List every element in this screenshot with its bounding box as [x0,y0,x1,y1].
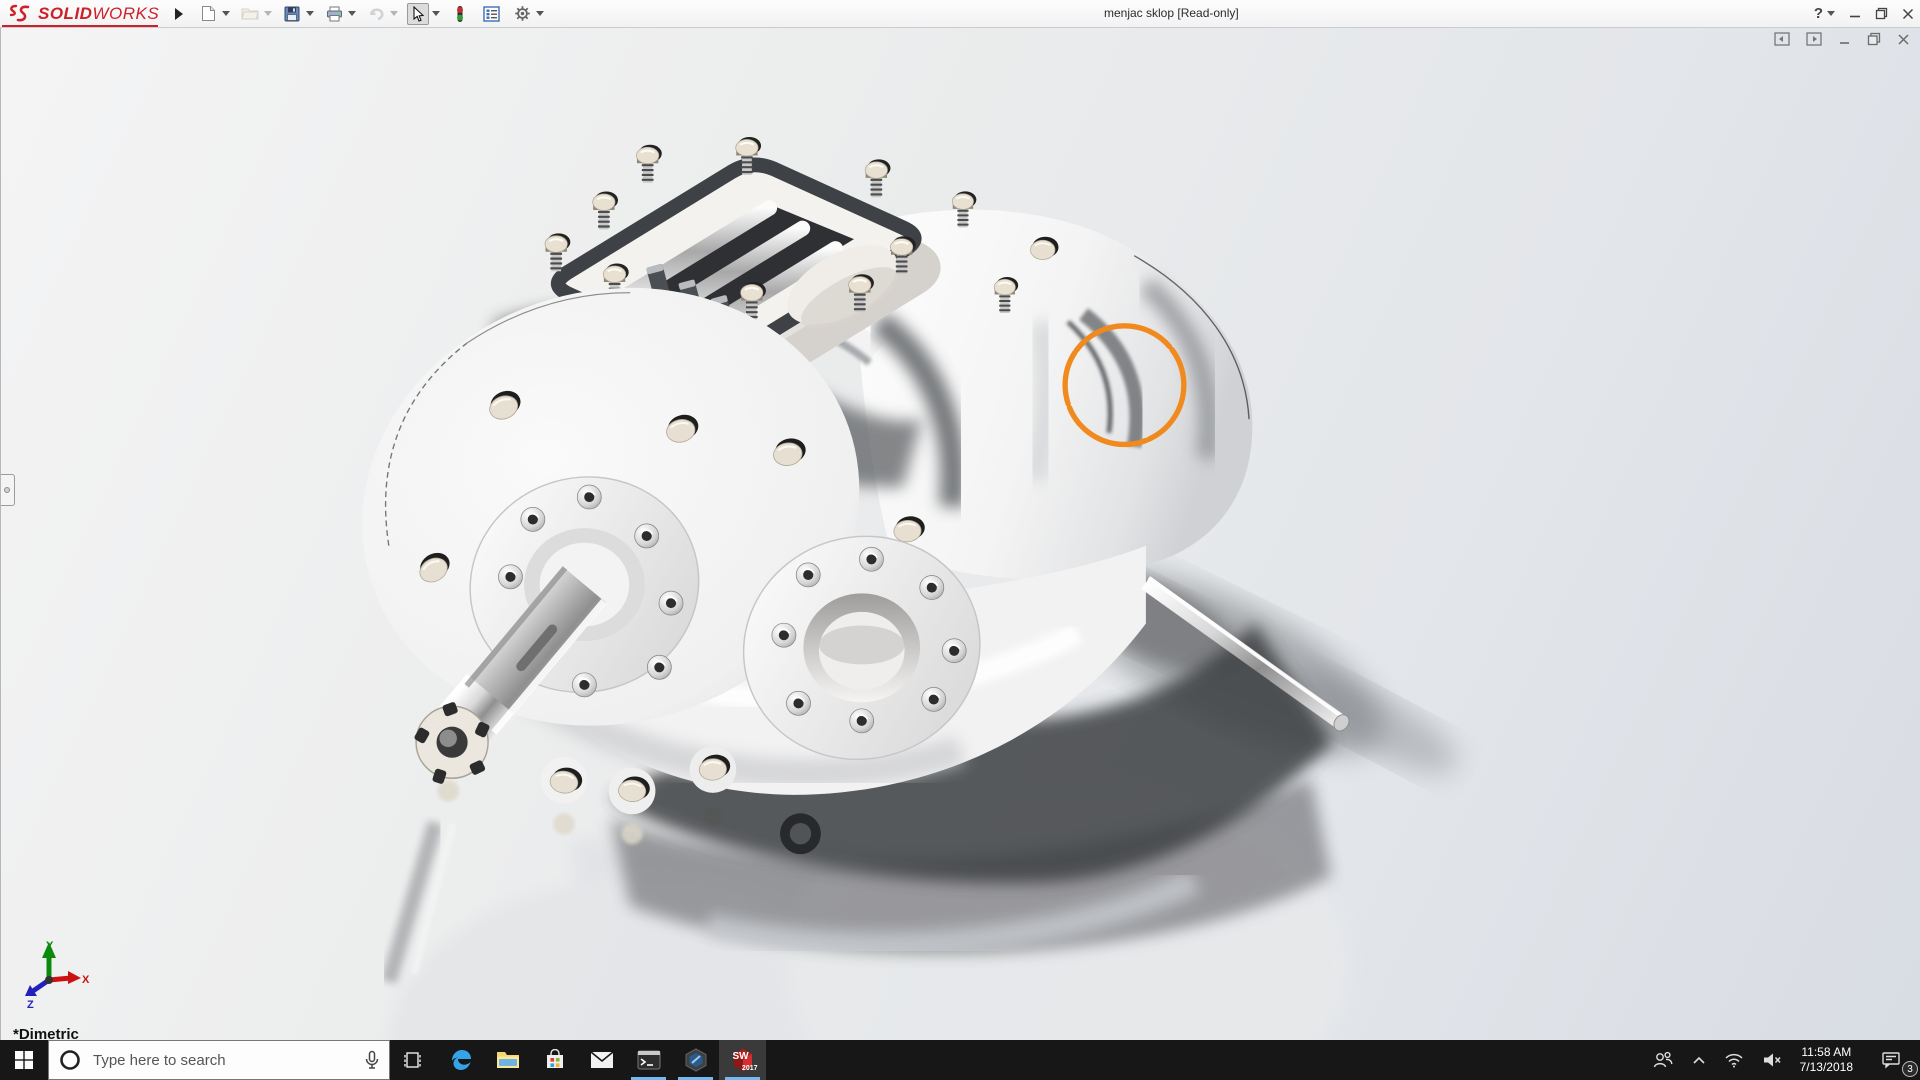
minimize-button[interactable] [1849,8,1861,20]
new-document-icon[interactable] [197,3,219,25]
help-button[interactable]: ? [1814,5,1835,22]
pane-right-toggle[interactable] [1806,32,1822,46]
system-tray: 11:58 AM 7/13/2018 3 [1643,1040,1920,1080]
traffic-light-icon[interactable] [449,3,471,25]
action-center-button[interactable]: 3 [1862,1040,1920,1080]
restore-button[interactable] [1875,7,1888,20]
start-button[interactable] [0,1040,48,1080]
display-pane-icon[interactable] [480,3,502,25]
undo-icon [365,3,387,25]
save-icon[interactable] [281,3,303,25]
new-caret[interactable] [222,11,231,16]
window-controls: ? [1814,0,1914,27]
sw-icon-text: SW [732,1051,749,1062]
triad-z-label: Z [27,999,34,1010]
toolbar-new[interactable] [197,3,231,25]
doc-minimize-button[interactable] [1838,33,1851,46]
taskbar-clock[interactable]: 11:58 AM 7/13/2018 [1791,1040,1862,1080]
command-prompt-icon[interactable] [625,1040,672,1080]
search-input[interactable] [91,1050,355,1070]
toolbar-print[interactable] [323,3,357,25]
print-icon[interactable] [323,3,345,25]
people-icon[interactable] [1643,1040,1683,1080]
toolbar-display-pane[interactable] [480,3,502,25]
task-view-button[interactable] [390,1040,437,1080]
solidworks-logo[interactable]: SOLIDWORKS [0,0,169,27]
cortana-icon [60,1050,80,1070]
help-caret[interactable] [1827,11,1835,16]
graphics-area[interactable]: Y X Z *Dimetric [0,28,1920,1043]
gearbox-model[interactable] [1,28,1920,1040]
options-caret[interactable] [536,11,545,16]
brand-text: SOLIDWORKS [38,3,160,23]
wifi-icon[interactable] [1715,1040,1753,1080]
toolbar-save[interactable] [281,3,315,25]
clock-date: 7/13/2018 [1799,1060,1853,1074]
sw-icon-year: 2017 [741,1065,758,1072]
undo-caret [390,11,399,16]
close-button[interactable] [1902,8,1914,20]
print-caret[interactable] [348,11,357,16]
toolbar-select[interactable] [407,2,441,25]
hexagon-app-icon[interactable] [672,1040,719,1080]
splitter-dot-icon [4,487,10,493]
toolbar-selection-filter[interactable] [449,3,471,25]
document-window-controls [1774,32,1910,46]
solidworks-logo-icon [9,4,30,21]
gear-icon[interactable] [511,3,533,25]
open-caret [264,11,273,16]
pane-left-toggle[interactable] [1774,32,1790,46]
panel-splitter-tab[interactable] [1,474,15,506]
open-icon [239,3,261,25]
titlebar: SOLIDWORKS menjac sklop [Read-only] ? [0,0,1920,28]
windows-logo-icon [15,1051,33,1069]
document-title: menjac sklop [Read-only] [1104,6,1239,20]
edge-icon[interactable] [437,1040,484,1080]
toolbar-undo [365,3,399,25]
logo-accent-line [2,25,158,27]
save-caret[interactable] [306,11,315,16]
select-tool-icon[interactable] [407,2,430,25]
store-icon[interactable] [531,1040,578,1080]
menu-expand-arrow[interactable] [175,7,184,20]
select-caret[interactable] [432,11,441,16]
mail-icon[interactable] [578,1040,625,1080]
taskbar-search[interactable] [48,1040,390,1080]
doc-restore-button[interactable] [1867,32,1881,46]
file-explorer-icon[interactable] [484,1040,531,1080]
hidden-icons-chevron[interactable] [1683,1040,1715,1080]
solidworks-taskbar-icon[interactable]: SW 2017 [719,1040,766,1080]
toolbar-options[interactable] [511,3,545,25]
triad-x-label: X [82,974,90,986]
microphone-icon[interactable] [365,1050,379,1070]
clock-time: 11:58 AM [1801,1045,1852,1059]
triad-y-label: Y [46,940,54,952]
orientation-triad: Y X Z [25,940,90,1010]
windows-taskbar: SW 2017 11:58 AM 7/13/2018 3 [0,1040,1920,1080]
doc-close-button[interactable] [1897,33,1910,46]
solidworks-window: SOLIDWORKS menjac sklop [Read-only] ? Y … [0,0,1920,1080]
toolbar-open [239,3,273,25]
notification-count-badge: 3 [1902,1061,1918,1077]
volume-muted-icon[interactable] [1753,1040,1791,1080]
